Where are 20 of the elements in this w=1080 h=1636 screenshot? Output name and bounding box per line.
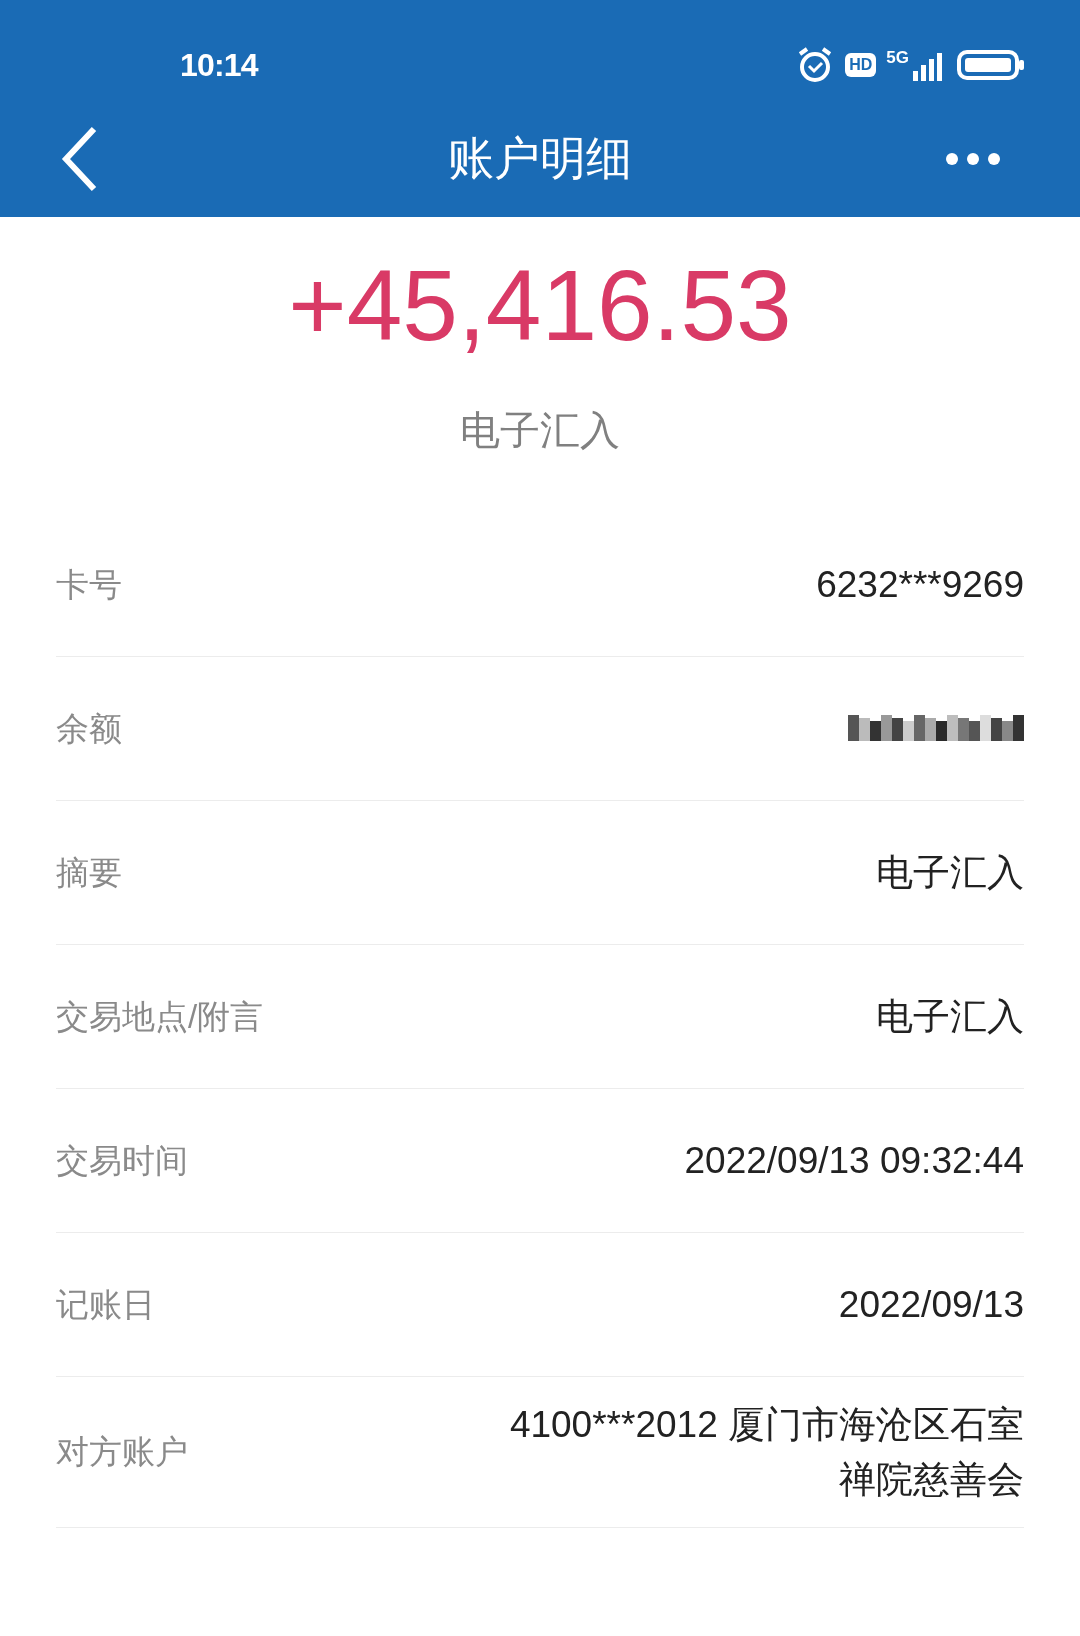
field-value: 6232***9269 <box>816 563 1024 607</box>
field-label: 余额 <box>56 708 122 749</box>
page-title: 账户明细 <box>448 131 632 186</box>
field-label: 记账日 <box>56 1284 155 1325</box>
field-label: 对方账户 <box>56 1432 188 1473</box>
transaction-type: 电子汇入 <box>460 407 620 454</box>
field-value: 4100***2012 厦门市海沧区石室禅院慈善会 <box>508 1403 1024 1502</box>
hd-badge: HD <box>845 53 877 77</box>
field-label: 摘要 <box>56 852 122 893</box>
amount: +45,416.53 <box>288 248 792 363</box>
field-value: 电子汇入 <box>876 851 1024 895</box>
battery-icon <box>957 49 1025 81</box>
field-value: 电子汇入 <box>876 995 1024 1039</box>
field-label: 交易时间 <box>56 1140 188 1181</box>
field-value: 2022/09/13 09:32:44 <box>684 1139 1024 1183</box>
field-label: 交易地点/附言 <box>56 996 264 1037</box>
status-time: 10:14 <box>180 46 258 85</box>
field-value: 2022/09/13 <box>838 1283 1024 1327</box>
network-label: 5G <box>886 49 909 66</box>
field-label: 卡号 <box>56 564 122 605</box>
